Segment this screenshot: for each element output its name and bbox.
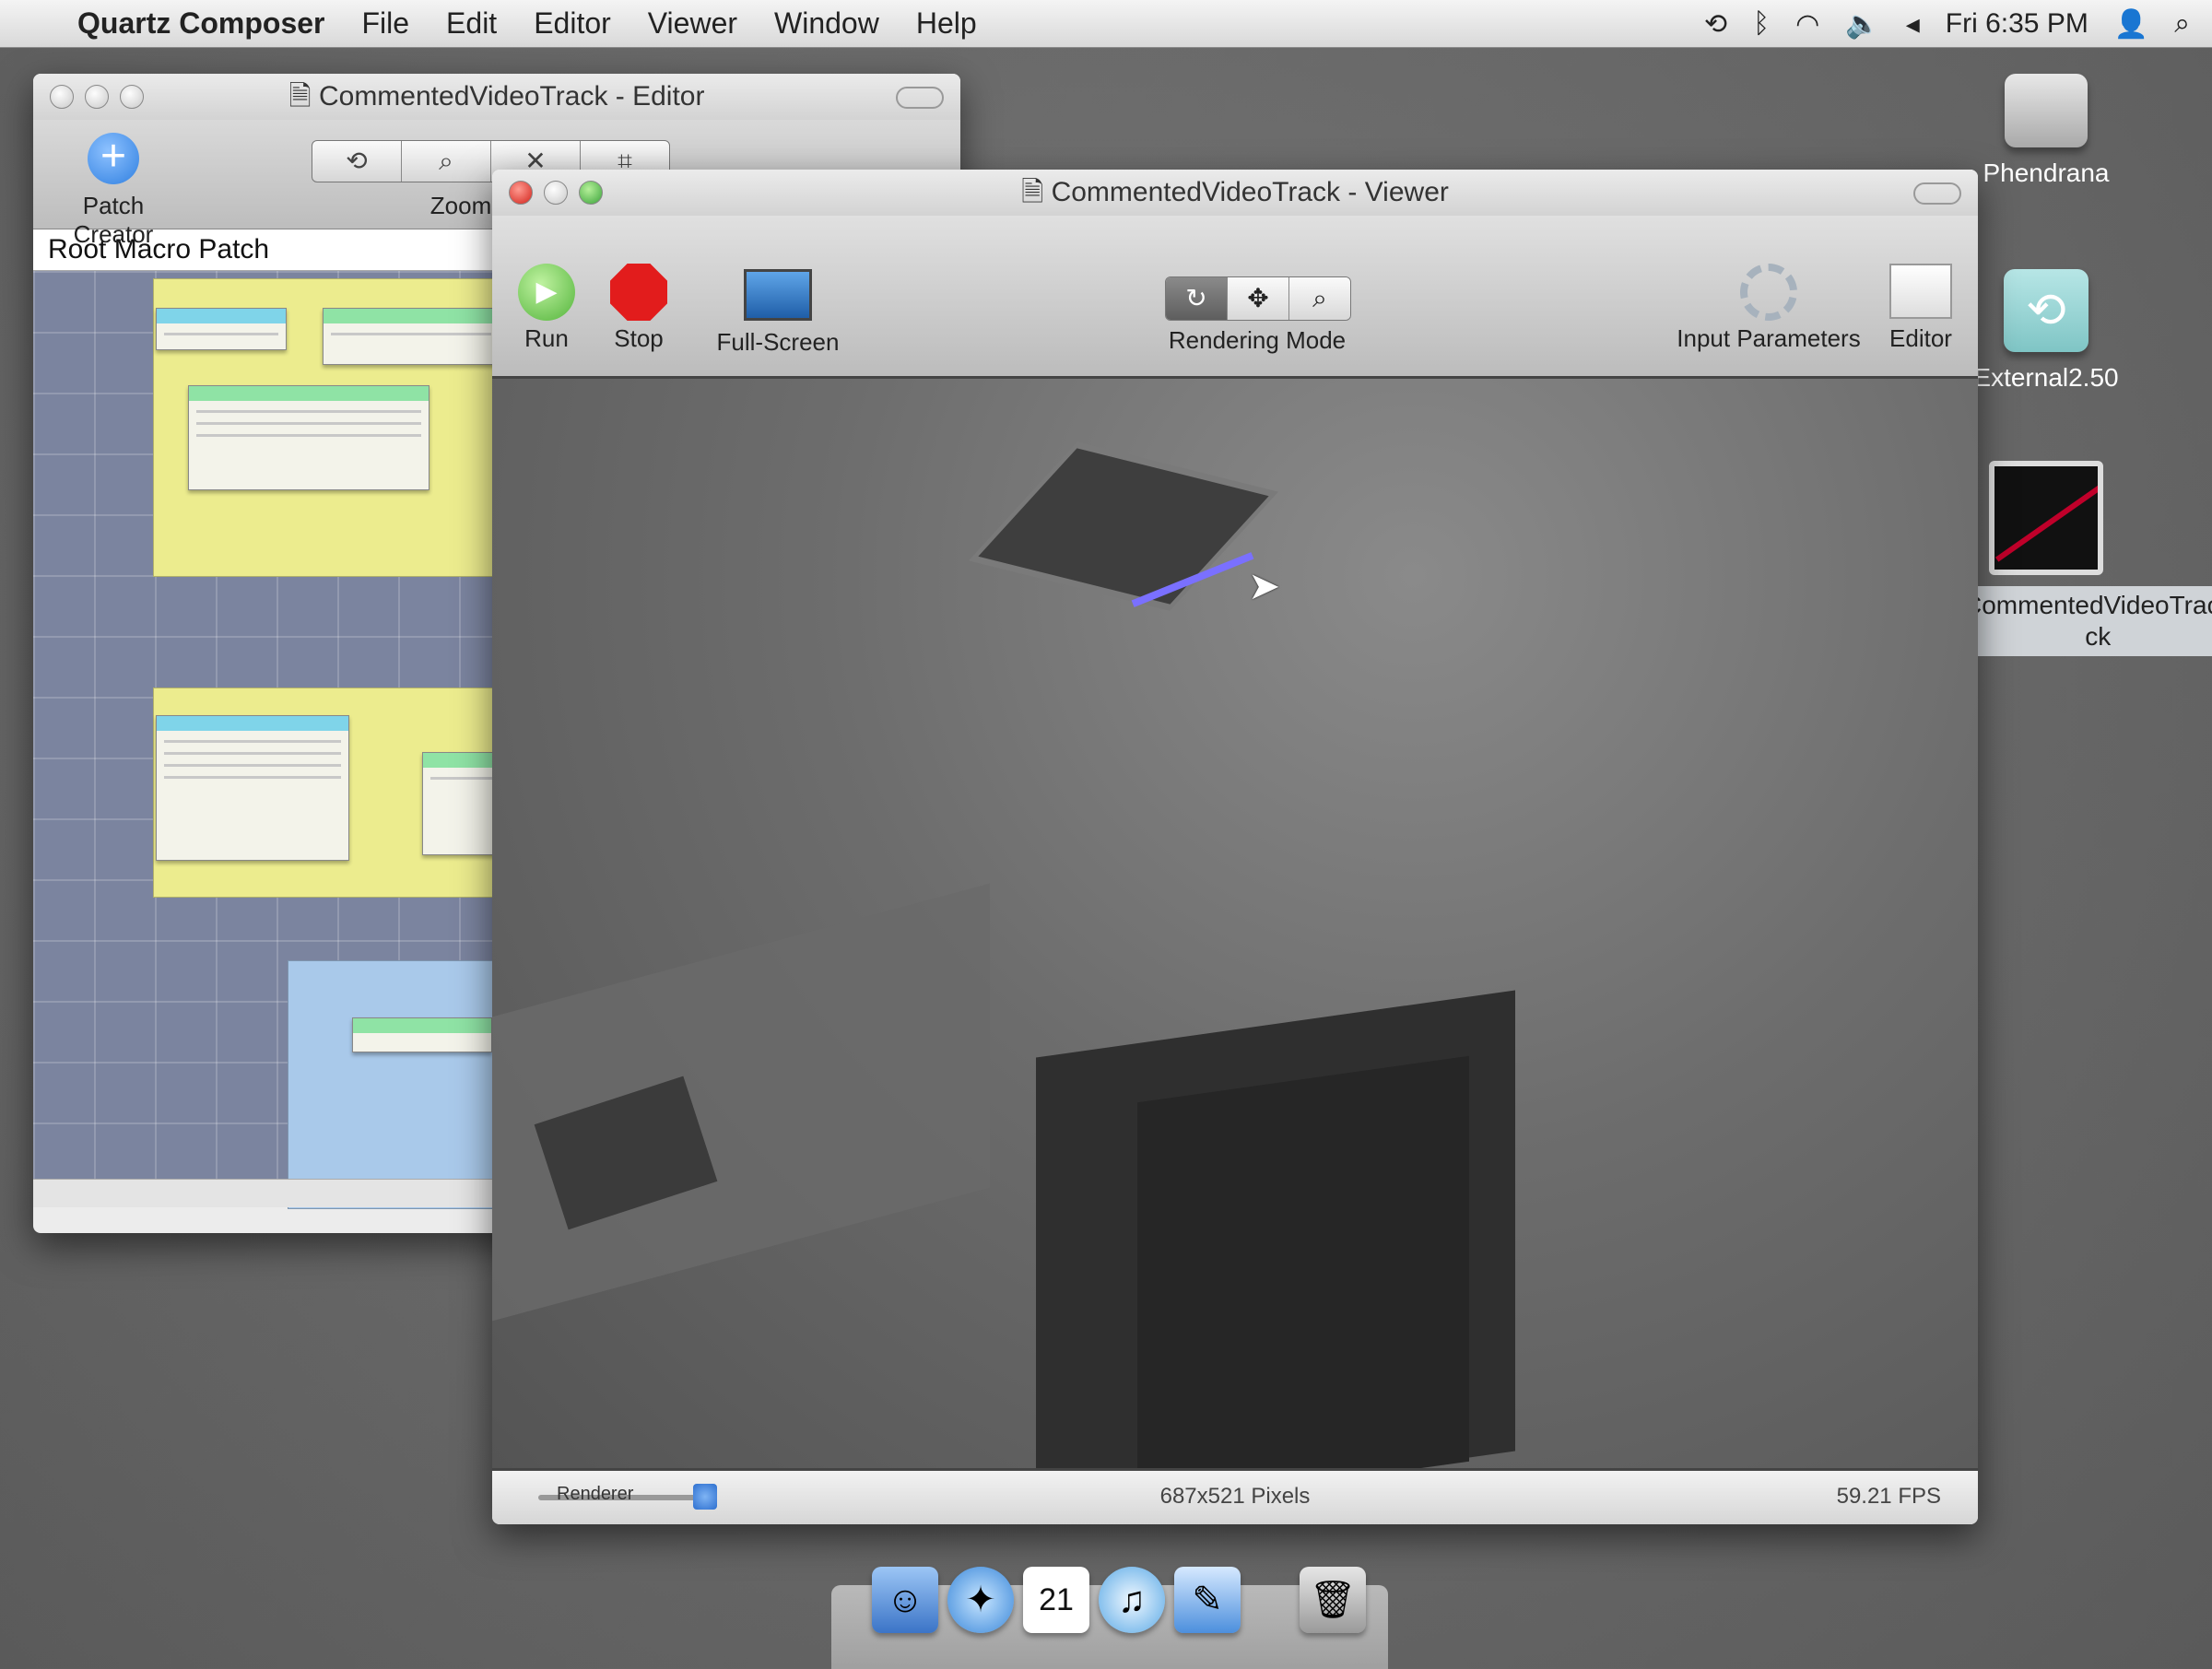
rendering-mode-move-button[interactable]: ✥ (1228, 277, 1289, 320)
window-controls (509, 181, 603, 205)
zoom-label: Zoom (429, 192, 492, 219)
minimize-button[interactable] (544, 181, 568, 205)
menubar: Quartz Composer File Edit Editor Viewer … (0, 0, 2212, 48)
play-icon: ▶ (518, 264, 575, 321)
stop-icon (610, 264, 667, 321)
viewer-title: CommentedVideoTrack - Viewer (1051, 177, 1449, 207)
editor-titlebar[interactable]: 🗎 CommentedVideoTrack - Editor (33, 74, 960, 120)
user-icon[interactable]: 👤 (2114, 8, 2148, 41)
input-parameters-button[interactable]: Input Parameters (1672, 264, 1865, 353)
viewer-status-bar: Renderer 687x521 Pixels 59.21 FPS (492, 1468, 1978, 1524)
editor-title: CommentedVideoTrack - Editor (318, 81, 705, 112)
fullscreen-button[interactable]: Full-Screen (704, 264, 852, 357)
patch-node[interactable] (156, 308, 287, 350)
zoom-button[interactable] (579, 181, 603, 205)
rendering-mode-label: Rendering Mode (1168, 326, 1347, 354)
zoom-fit-button[interactable]: ⟲ (312, 141, 402, 182)
zoom-button[interactable] (120, 85, 144, 109)
menu-file[interactable]: File (361, 6, 409, 41)
document-icon: 🗎 (1021, 177, 1044, 207)
patch-node[interactable] (323, 308, 500, 365)
spotlight-icon[interactable]: ⌕ (2174, 8, 2190, 40)
stop-button[interactable]: Stop (597, 264, 680, 353)
menu-app[interactable]: Quartz Composer (77, 6, 324, 41)
editor-window-icon (1889, 264, 1952, 319)
fullscreen-icon (744, 269, 812, 321)
run-label: Run (524, 324, 569, 352)
editor-label: Editor (1889, 324, 1952, 352)
menu-edit[interactable]: Edit (446, 6, 497, 41)
bluetooth-icon[interactable]: ᛒ (1753, 8, 1770, 40)
menu-editor[interactable]: Editor (534, 6, 611, 41)
plus-icon: + (88, 133, 139, 184)
composition-file-icon (1989, 461, 2103, 575)
close-button[interactable] (50, 85, 74, 109)
patch-creator-button[interactable]: + Patch Creator (44, 133, 182, 249)
safari-icon[interactable]: ✦ (947, 1567, 1014, 1633)
video-shape (1137, 1055, 1469, 1472)
frame-info: 687x521 Pixels (1159, 1484, 1311, 1509)
menu-window[interactable]: Window (774, 6, 879, 41)
itunes-icon[interactable]: ♫ (1099, 1567, 1165, 1633)
close-button[interactable] (509, 181, 533, 205)
editor-button[interactable]: Editor (1875, 264, 1967, 353)
toolbar-toggle-button[interactable] (896, 87, 944, 109)
fullscreen-label: Full-Screen (716, 328, 840, 356)
fps-readout: 59.21 FPS (1836, 1484, 1941, 1509)
time-machine-icon[interactable]: ⟲ (1704, 8, 1727, 41)
video-panel (978, 448, 1269, 605)
menubar-clock[interactable]: Fri 6:35 PM (1946, 8, 2088, 40)
desktop-icon-label: External2.50 (1973, 363, 2119, 392)
patch-creator-label: Patch Creator (73, 192, 154, 248)
viewer-titlebar[interactable]: 🗎 CommentedVideoTrack - Viewer (492, 170, 1978, 216)
document-icon: 🗎 (288, 81, 312, 112)
toolbar-toggle-button[interactable] (1913, 182, 1961, 205)
volume-icon[interactable]: 🔈 (1845, 8, 1879, 41)
rendering-mode-rotate-button[interactable]: ↻ (1166, 277, 1228, 320)
input-icon[interactable]: ◂ (1906, 8, 1920, 41)
input-parameters-label: Input Parameters (1677, 324, 1861, 352)
window-controls (50, 85, 144, 109)
desktop-icon-external[interactable]: ⟲ External2.50 (1954, 269, 2138, 393)
rendering-mode-control: ↻ ✥ ⌕ (1165, 276, 1351, 321)
trash-icon[interactable]: 🗑 (1300, 1567, 1366, 1633)
desktop-icon-phendrana[interactable]: Phendrana (1954, 74, 2138, 188)
mouse-pointer-icon: ➤ (1248, 564, 1281, 607)
video-shape (492, 883, 990, 1322)
xcode-icon[interactable]: ✎ (1174, 1567, 1241, 1633)
menu-viewer[interactable]: Viewer (648, 6, 737, 41)
rendering-mode-zoom-icon[interactable]: ⌕ (1289, 277, 1350, 320)
viewer-toolbar: ▶ Run Stop Full-Screen ↻ ✥ ⌕ Rendering M… (492, 216, 1978, 379)
patch-node[interactable] (156, 715, 349, 861)
menu-help[interactable]: Help (916, 6, 977, 41)
run-button[interactable]: ▶ Run (505, 264, 588, 353)
hard-drive-icon (2005, 74, 2088, 147)
desktop-icon-composition[interactable]: CommentedVideoTrack ck (1954, 461, 2212, 656)
patch-node[interactable] (188, 385, 429, 490)
patch-node[interactable] (352, 1017, 492, 1052)
finder-icon[interactable]: ☺ (872, 1567, 938, 1633)
stop-label: Stop (614, 324, 664, 352)
desktop-icon-label-selected: CommentedVideoTrack ck (1954, 586, 2212, 656)
minimize-button[interactable] (85, 85, 109, 109)
time-machine-drive-icon: ⟲ (2004, 269, 2088, 352)
zoom-magnify-icon[interactable]: ⌕ (402, 141, 491, 182)
dock: ☺ ✦ 21 ♫ ✎ 🗑 (831, 1567, 1388, 1669)
render-view[interactable]: ➤ (492, 379, 1978, 1472)
desktop-icon-label: Phendrana (1983, 159, 2110, 187)
menubar-status-area: ⟲ ᛒ ◠ 🔈 ◂ Fri 6:35 PM 👤 ⌕ (1704, 0, 2190, 48)
wifi-icon[interactable]: ◠ (1795, 8, 1819, 41)
gear-icon (1740, 264, 1797, 321)
viewer-window: 🗎 CommentedVideoTrack - Viewer ▶ Run Sto… (492, 170, 1978, 1524)
ical-icon[interactable]: 21 (1023, 1567, 1089, 1633)
